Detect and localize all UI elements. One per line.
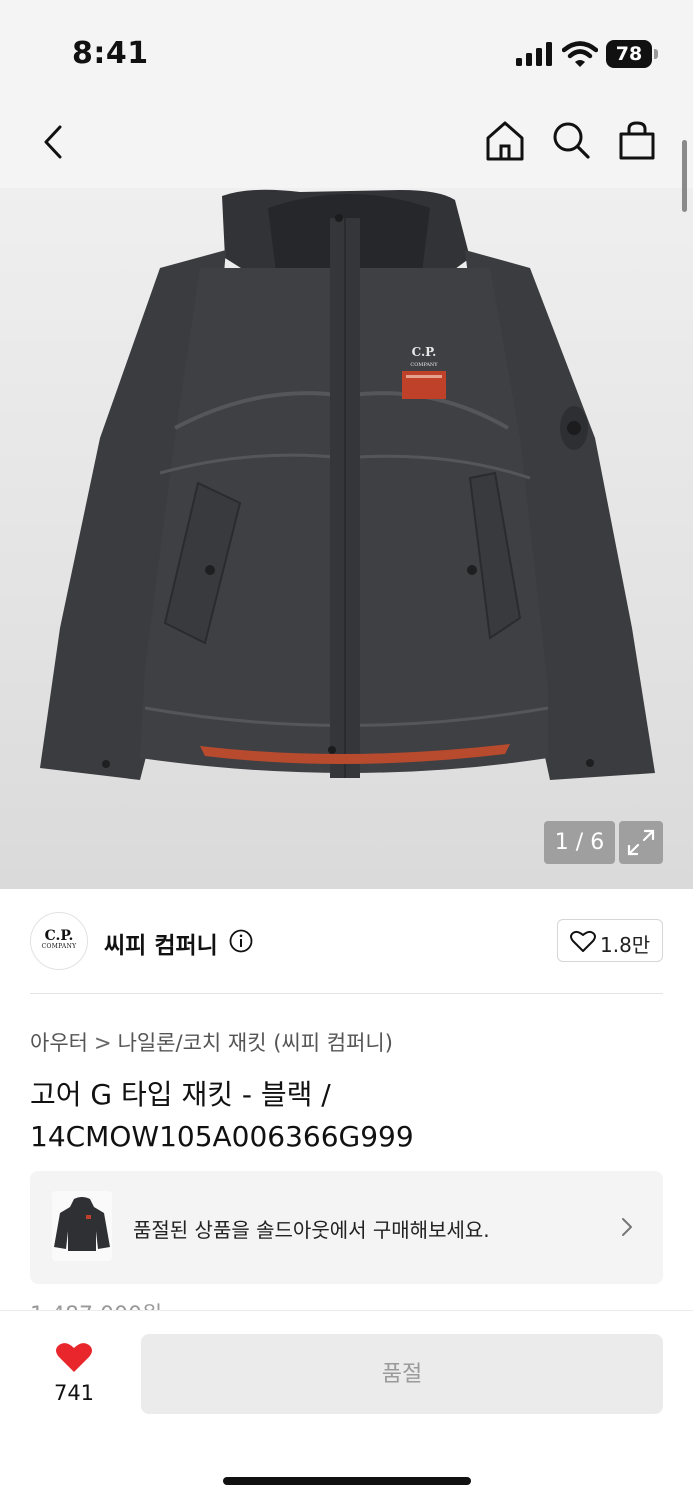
banner-text: 품절된 상품을 솔드아웃에서 구매해보세요. (133, 1218, 490, 1242)
breadcrumb-parent[interactable]: 아우터 (30, 1031, 88, 1055)
breadcrumb: 아우터 > 나일론/코치 재킷 (씨피 컴퍼니) (30, 1027, 393, 1057)
banner-thumbnail (52, 1191, 112, 1261)
heart-filled-icon[interactable] (55, 1341, 93, 1373)
search-icon[interactable] (551, 120, 591, 160)
jacket-thumbnail-icon (54, 1197, 110, 1251)
battery-icon: 78 (606, 40, 658, 68)
status-bar: 8:41 78 (0, 0, 693, 100)
soldout-button[interactable]: 품절 (141, 1334, 663, 1414)
brand-like-count: 1.8만 (600, 933, 651, 957)
brand-name[interactable]: 씨피 컴퍼니 (104, 926, 218, 960)
status-time: 8:41 (72, 36, 149, 71)
breadcrumb-separator: > (93, 1031, 112, 1055)
brand-logo-text: C.P. (44, 928, 74, 944)
heart-outline-icon (570, 930, 596, 952)
chest-logo-text: C.P. (412, 345, 437, 359)
brand-logo[interactable]: C.P. COMPANY (30, 912, 88, 970)
scrollbar[interactable] (682, 140, 687, 212)
home-indicator (223, 1477, 471, 1485)
expand-icon (627, 829, 655, 856)
info-icon[interactable] (229, 929, 253, 953)
brand-like-button[interactable]: 1.8만 (557, 919, 663, 962)
wish-count: 741 (53, 1381, 95, 1405)
brand-logo-subtext: COMPANY (41, 943, 77, 950)
top-nav-bar (0, 100, 693, 188)
home-icon[interactable] (484, 120, 526, 162)
cellular-signal-icon (516, 42, 552, 66)
jacket-image: C.P. COMPANY (40, 189, 655, 780)
svg-text:COMPANY: COMPANY (410, 362, 438, 368)
soldout-banner[interactable]: 품절된 상품을 솔드아웃에서 구매해보세요. (30, 1171, 663, 1284)
chevron-right-icon (622, 1218, 632, 1236)
breadcrumb-child[interactable]: 나일론/코치 재킷 (씨피 컴퍼니) (118, 1031, 393, 1055)
divider (30, 993, 663, 994)
battery-level: 78 (606, 40, 652, 68)
chevron-left-icon[interactable] (40, 123, 66, 161)
wifi-icon (562, 41, 598, 67)
product-title: 고어 G 타입 재킷 - 블랙 / 14CMOW105A006366G999 (30, 1078, 414, 1153)
expand-button[interactable] (619, 821, 663, 864)
shopping-bag-icon[interactable] (618, 120, 656, 162)
product-image-gallery[interactable]: C.P. COMPANY (0, 188, 693, 889)
battery-cap (654, 49, 658, 59)
image-counter: 1 / 6 (544, 821, 615, 864)
